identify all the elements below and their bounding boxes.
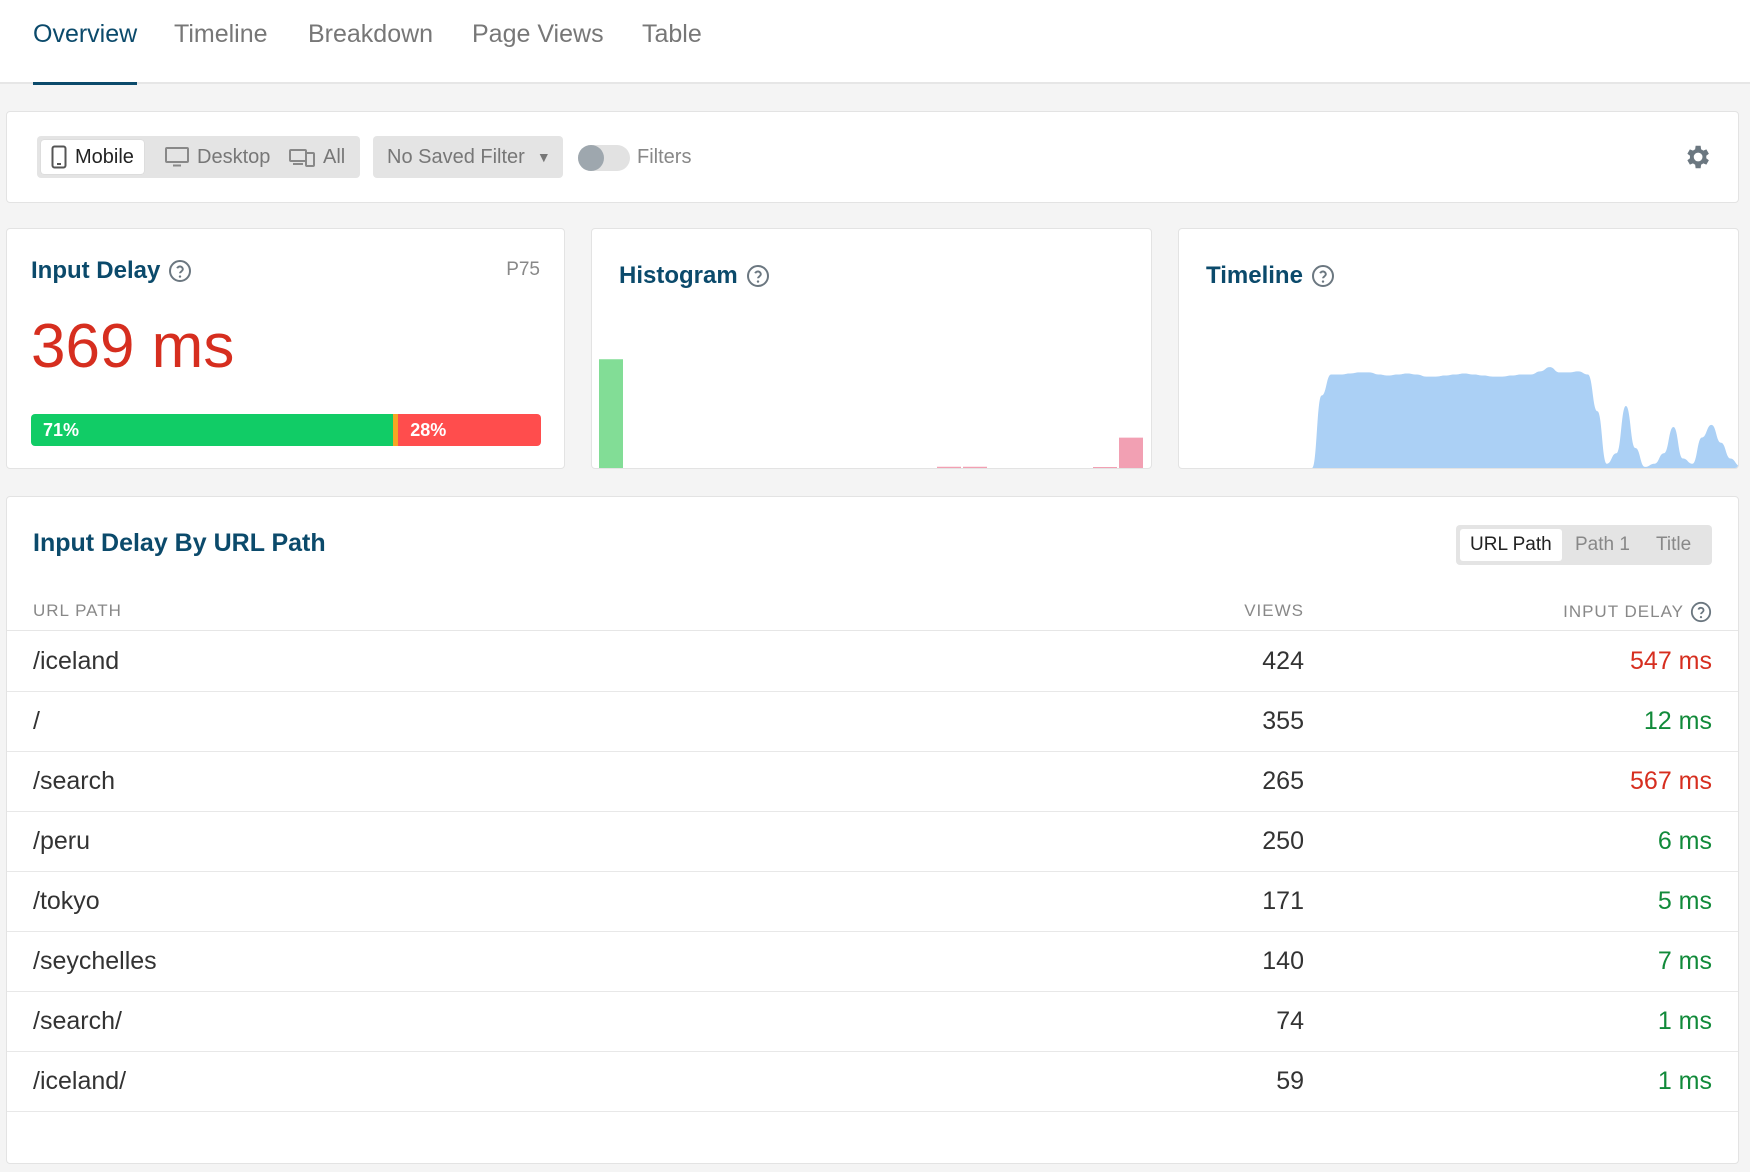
url-path-table-panel: Input Delay By URL Path URL Path Path 1 … <box>6 496 1739 1164</box>
group-option-title[interactable]: Title <box>1656 529 1691 561</box>
cell-views: 59 <box>1276 1067 1304 1095</box>
histogram-bar[interactable] <box>937 466 961 469</box>
cell-url-path: /iceland <box>33 647 120 675</box>
metric-card-title: Input Delay <box>31 257 192 285</box>
cell-url-path: /search/ <box>33 1007 122 1035</box>
cell-url-path: /iceland/ <box>33 1067 127 1095</box>
device-option-label: All <box>323 145 346 168</box>
device-option-desktop[interactable]: Desktop <box>165 140 270 174</box>
caret-down-icon: ▼ <box>536 149 551 165</box>
poor-percent-label: 28% <box>410 419 447 440</box>
tab-table[interactable]: Table <box>642 20 702 84</box>
mobile-icon <box>51 145 67 169</box>
desktop-icon <box>165 147 189 167</box>
cell-url-path: /seychelles <box>33 947 157 975</box>
metric-title: Input Delay <box>31 257 161 284</box>
distribution-bar: 71% 28% <box>31 414 541 446</box>
timeline-chart <box>1179 367 1739 469</box>
device-selector: Mobile Desktop All <box>37 136 360 178</box>
table-row[interactable]: /seychelles 140 7 ms <box>7 932 1738 992</box>
column-header-views[interactable]: VIEWS <box>1244 601 1304 621</box>
device-option-label: Desktop <box>197 145 271 168</box>
table-row[interactable]: /iceland/59 1 ms <box>7 1052 1738 1112</box>
cell-input-delay: 1 ms <box>1657 1067 1712 1095</box>
metric-value: 369 ms <box>31 312 235 381</box>
cell-views: 355 <box>1262 707 1304 735</box>
cell-views: 74 <box>1276 1007 1304 1035</box>
tab-timeline[interactable]: Timeline <box>174 20 268 84</box>
histogram-bar[interactable] <box>963 466 987 469</box>
filter-bar: Mobile Desktop All No Saved Filter ▼ Fil… <box>6 111 1739 203</box>
help-icon[interactable] <box>1690 601 1712 623</box>
table-row[interactable]: /peru 250 6 ms <box>7 812 1738 872</box>
cell-input-delay: 1 ms <box>1657 1007 1712 1035</box>
cell-views: 171 <box>1262 887 1304 915</box>
timeline-card: Timeline <box>1178 228 1739 469</box>
devices-icon <box>289 149 315 167</box>
histogram-bar[interactable] <box>1119 437 1143 469</box>
histogram-bar[interactable] <box>599 359 623 469</box>
cell-views: 140 <box>1262 947 1304 975</box>
cell-views: 265 <box>1262 767 1304 795</box>
gear-icon[interactable] <box>1682 142 1712 172</box>
device-option-mobile[interactable]: Mobile <box>41 140 144 174</box>
cell-url-path: /search <box>33 767 115 795</box>
cell-input-delay: 6 ms <box>1657 827 1712 855</box>
cell-input-delay: 567 ms <box>1630 767 1712 795</box>
saved-filter-dropdown[interactable]: No Saved Filter ▼ <box>373 136 563 178</box>
cell-input-delay: 7 ms <box>1657 947 1712 975</box>
table-row[interactable]: /tokyo 171 5 ms <box>7 872 1738 932</box>
filters-toggle[interactable] <box>578 145 630 171</box>
table-header: URL PATH VIEWS INPUT DELAY <box>7 591 1738 631</box>
metric-card: Input Delay P75 369 ms 71% 28% <box>6 228 565 469</box>
tab-page-views[interactable]: Page Views <box>472 20 604 84</box>
table-title: Input Delay By URL Path <box>33 529 326 557</box>
tab-overview[interactable]: Overview <box>33 20 138 85</box>
top-tab-bar: Overview Timeline Breakdown Page Views T… <box>0 0 1750 85</box>
column-header-input-delay[interactable]: INPUT DELAY <box>1563 601 1712 623</box>
histogram-chart <box>599 359 1143 469</box>
device-option-all[interactable]: All <box>289 140 345 174</box>
filters-label: Filters <box>637 146 692 168</box>
group-option-path-1[interactable]: Path 1 <box>1575 529 1630 561</box>
cell-views: 250 <box>1262 827 1304 855</box>
column-header-url-path[interactable]: URL PATH <box>33 601 122 621</box>
cell-views: 424 <box>1262 647 1304 675</box>
cell-url-path: / <box>33 707 40 735</box>
cell-url-path: /peru <box>33 827 90 855</box>
table-row[interactable]: / 355 12 ms <box>7 692 1738 752</box>
timeline-area[interactable] <box>1179 367 1739 469</box>
good-percent-label: 71% <box>43 419 80 440</box>
group-option-url-path[interactable]: URL Path <box>1460 529 1562 561</box>
saved-filter-value: No Saved Filter <box>387 145 525 168</box>
distribution-good-segment: 71% <box>31 414 394 446</box>
histogram-card: Histogram <box>591 228 1152 469</box>
table-row[interactable]: /iceland 424 547 ms <box>7 632 1738 692</box>
help-icon[interactable] <box>168 259 192 283</box>
histogram-bar[interactable] <box>1093 467 1117 469</box>
table-row[interactable]: /search 265 567 ms <box>7 752 1738 812</box>
cell-input-delay: 547 ms <box>1630 647 1712 675</box>
tab-breakdown[interactable]: Breakdown <box>308 20 433 84</box>
toggle-knob <box>578 145 604 171</box>
cell-input-delay: 5 ms <box>1657 887 1712 915</box>
table-row[interactable]: /search/74 1 ms <box>7 992 1738 1052</box>
cell-input-delay: 12 ms <box>1643 707 1712 735</box>
cell-url-path: /tokyo <box>33 887 100 915</box>
percentile-label: P75 <box>506 259 540 280</box>
group-by-selector: URL Path Path 1 Title <box>1456 525 1712 565</box>
distribution-poor-segment: 28% <box>398 414 541 446</box>
column-header-input-delay-label: INPUT DELAY <box>1563 602 1684 621</box>
device-option-label: Mobile <box>75 145 134 168</box>
